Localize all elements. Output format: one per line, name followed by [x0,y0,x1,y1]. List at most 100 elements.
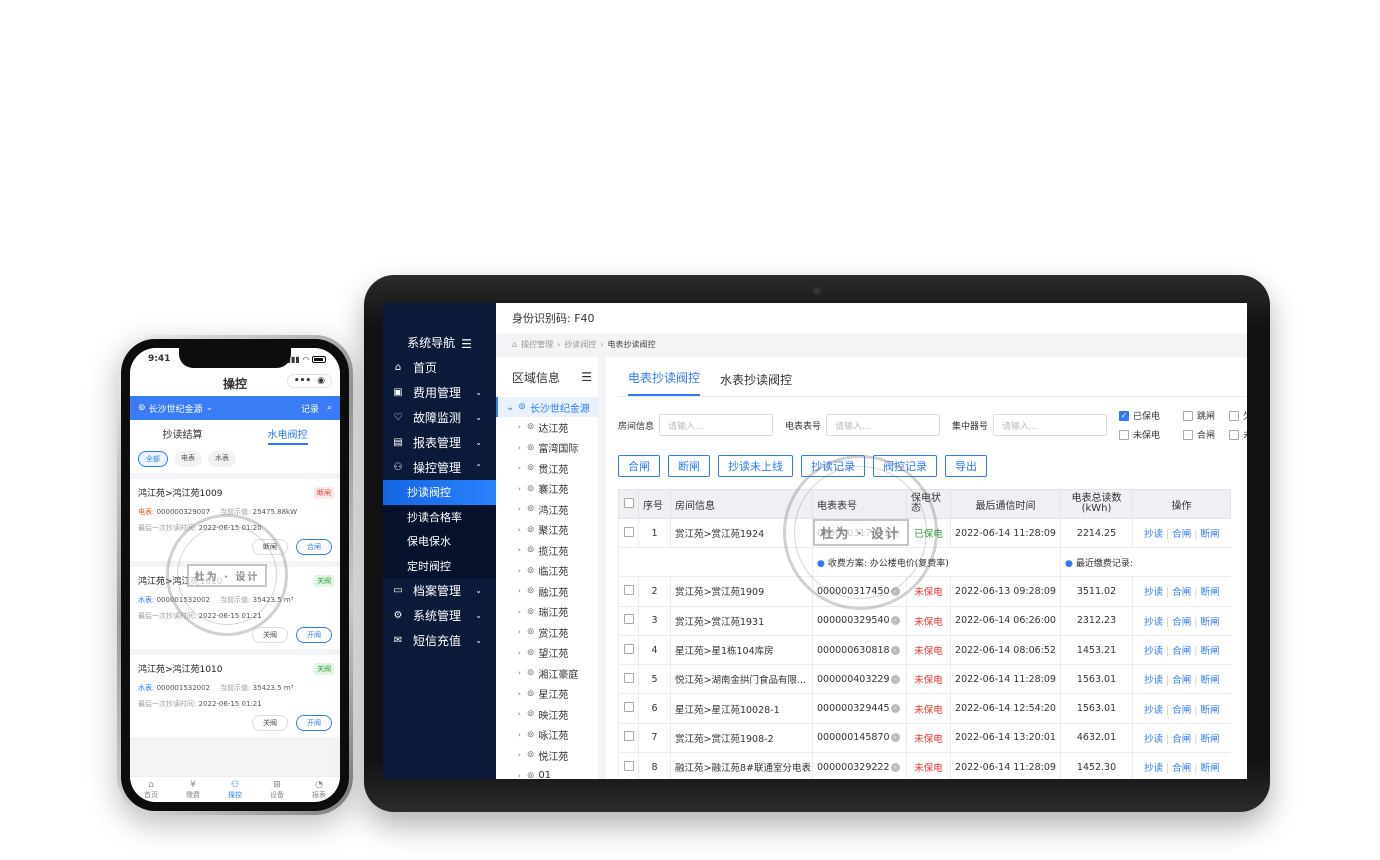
row-checkbox[interactable] [623,702,634,713]
open-switch-button[interactable]: 断闸 [668,455,710,477]
sidebar-item-archives[interactable]: ▭ 档案管理 ⌄ [383,578,496,603]
row-checkbox[interactable] [623,614,634,625]
row-checkbox[interactable] [623,584,634,595]
open-switch-link[interactable]: 断闸 [1200,617,1219,628]
table-row[interactable]: 4 星江苑>星1栋104库房 000000630818 › 未保电 2022-06-14 … [618,635,1231,666]
check-unprotected[interactable]: 未保电 [1119,428,1183,441]
select-all-checkbox[interactable] [623,497,634,508]
room-input[interactable]: 请输入... [659,414,774,436]
tree-node[interactable]: › ⊚ 映江苑 [496,704,598,725]
checkbox-icon[interactable] [1183,429,1194,440]
close-switch-link[interactable]: 合闸 [1172,646,1191,657]
hub-input[interactable]: 请输入... [993,414,1108,436]
close-switch-link[interactable]: 合闸 [1172,734,1191,745]
tree-node[interactable]: › ⊚ 褰江苑 [496,479,598,500]
open-switch-link[interactable]: 断闸 [1200,675,1219,686]
checkbox-icon[interactable] [1183,410,1194,421]
sidebar-item-control[interactable]: ⚇ 操控管理 ⌃ [383,455,496,480]
row-checkbox[interactable] [623,526,634,537]
close-target-icon[interactable]: ◉ [317,376,325,386]
tree-root[interactable]: ⌄ ⊚ 长沙世纪金源 [496,397,598,417]
tree-node[interactable]: › ⊚ 咏江苑 [496,725,598,746]
checkbox-icon[interactable] [1229,410,1240,421]
chevron-right-icon[interactable]: › [890,616,900,626]
sidebar-item-fault[interactable]: ♡ 故障监测 ⌄ [383,405,496,430]
tree-node[interactable]: › ⊚ 鸿江苑 [496,499,598,520]
chevron-right-icon[interactable]: › [890,586,900,596]
collapse-icon[interactable]: ☰ [581,370,592,384]
tab-reading-settlement[interactable]: 抄读结算 [163,426,203,445]
read-link[interactable]: 抄读 [1144,587,1163,598]
switch-on-button[interactable]: 合闸 [296,539,332,555]
check-arrears[interactable]: 欠费 [1229,409,1247,422]
tree-node[interactable]: › ⊚ 揽江苑 [496,540,598,561]
checkbox-icon[interactable] [1229,429,1240,440]
valve-open-button[interactable]: 开阀 [296,715,332,731]
offline-reading-button[interactable]: 抄读未上线 [718,455,793,477]
chevron-right-icon[interactable]: › [890,733,900,743]
open-switch-link[interactable]: 断闸 [1200,763,1219,774]
filter-all[interactable]: 全部 [138,451,168,467]
tabbar-home[interactable]: ⌂ 首页 [144,780,158,800]
menu-collapse-icon[interactable]: ☰ [461,337,472,351]
close-switch-button[interactable]: 合闸 [618,455,660,477]
read-link[interactable]: 抄读 [1144,734,1163,745]
meter-input[interactable]: 请输入... [826,414,941,436]
chevron-right-icon[interactable]: › [890,645,900,655]
open-switch-link[interactable]: 断闸 [1200,734,1219,745]
valve-close-button[interactable]: 关阀 [252,627,288,643]
table-row[interactable]: 1 赏江苑>赏江苑1924 000000317451 › 已保电 2022-06-14 1… [618,518,1231,549]
open-switch-link[interactable]: 断闸 [1200,529,1219,540]
open-switch-link[interactable]: 断闸 [1200,587,1219,598]
tree-node[interactable]: › ⊚ 聚江苑 [496,520,598,541]
sidebar-item-system[interactable]: ⚙ 系统管理 ⌄ [383,603,496,628]
more-icon[interactable]: ••• [294,376,311,386]
open-switch-link[interactable]: 断闸 [1200,646,1219,657]
sidebar-item-sms[interactable]: ✉ 短信充值 ⌄ [383,628,496,653]
location-selector[interactable]: ⊚ 长沙世纪金源 ⌄ [138,402,213,415]
table-row[interactable]: 7 赏江苑>赏江苑1908-2 000000145870 › 未保电 2022-06-14… [618,723,1231,754]
read-link[interactable]: 抄读 [1144,646,1163,657]
close-switch-link[interactable]: 合闸 [1172,617,1191,628]
table-row[interactable]: 2 赏江苑>赏江苑1909 000000317450 › 未保电 2022-06-13 0… [618,576,1231,607]
check-protected[interactable]: ✓ 已保电 [1119,409,1183,422]
valve-open-button[interactable]: 开阀 [296,627,332,643]
chevron-right-icon[interactable]: › [890,674,900,684]
close-switch-link[interactable]: 合闸 [1172,705,1191,716]
read-link[interactable]: 抄读 [1144,617,1163,628]
list-item[interactable]: 鸿江苑>鸿江苑1010 关阀 水表: 000001532002 当前示值: 35… [130,567,340,649]
chevron-right-icon[interactable]: › [890,528,900,538]
tabbar-payment[interactable]: ¥ 缴费 [186,780,200,800]
submenu-reading-rate[interactable]: 抄读合格率 [383,504,496,529]
row-checkbox[interactable] [623,672,634,683]
tab-valve-control[interactable]: 水电阀控 [267,426,308,445]
row-checkbox[interactable] [623,760,634,771]
chevron-right-icon[interactable]: › [890,762,900,772]
read-link[interactable]: 抄读 [1144,705,1163,716]
sidebar-item-reports[interactable]: ▤ 报表管理 ⌄ [383,430,496,455]
export-button[interactable]: 导出 [945,455,987,477]
check-closed[interactable]: 合闸 [1183,428,1229,441]
tab-electric-meter[interactable]: 电表抄读阀控 [628,369,701,396]
tree-node[interactable]: › ⊚ 望江苑 [496,643,598,664]
tree-node[interactable]: › ⊚ 悦江苑 [496,745,598,766]
checkbox-icon[interactable] [1119,429,1130,440]
tree-node[interactable]: › ⊚ 星江苑 [496,684,598,705]
row-checkbox[interactable] [623,643,634,654]
submenu-timed-valve[interactable]: 定时阀控 [383,553,496,578]
table-row[interactable]: 3 赏江苑>赏江苑1931 000000329540 › 未保电 2022-06-14 0… [618,606,1231,636]
tree-node[interactable]: › ⊚ 富湾国际 [496,438,598,459]
table-row[interactable]: 5 悦江苑>湖南金拱门食品有限... 000000403229 › 未保电 2022-06… [618,664,1231,695]
filter-electric[interactable]: 电表 [174,451,202,467]
tab-water-meter[interactable]: 水表抄读阀控 [720,371,792,396]
row-checkbox[interactable] [623,731,634,742]
checkbox-checked-icon[interactable]: ✓ [1119,410,1130,421]
breadcrumb-item[interactable]: 操控管理 [521,339,553,350]
tree-node[interactable]: › ⊚ 贯江苑 [496,458,598,479]
filter-water[interactable]: 水表 [208,451,236,467]
tree-node[interactable]: › ⊚ 瑞江苑 [496,602,598,623]
check-no-arrears[interactable]: 未欠 [1229,428,1247,441]
search-icon[interactable]: ⌕ [327,403,332,413]
check-tripped[interactable]: 跳闸 [1183,409,1229,422]
tree-node[interactable]: › ⊚ 达江苑 [496,417,598,438]
